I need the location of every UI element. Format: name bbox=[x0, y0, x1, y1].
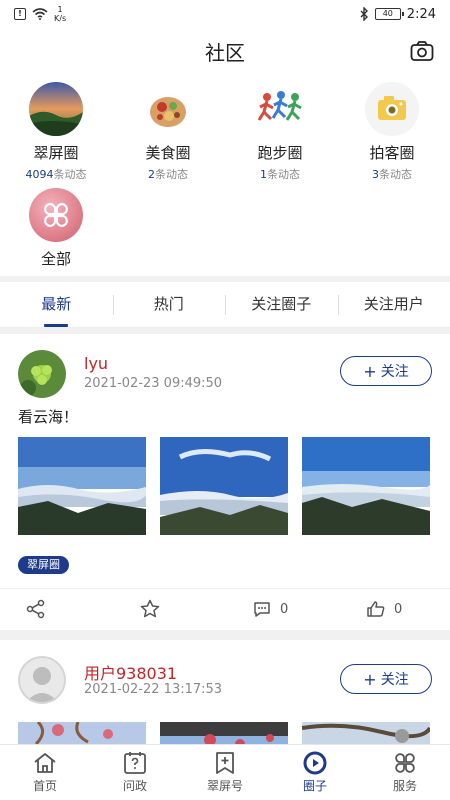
nav-inquiry[interactable]: 问政 bbox=[90, 745, 180, 800]
circles-tab-icon bbox=[303, 751, 327, 775]
section-divider bbox=[0, 630, 450, 640]
post-time: 2021-02-23 09:49:50 bbox=[84, 376, 223, 391]
like-button[interactable]: 0 bbox=[366, 599, 402, 619]
follow-button[interactable]: + 关注 bbox=[340, 664, 432, 694]
post-photo[interactable] bbox=[18, 722, 146, 744]
bookmark-plus-icon bbox=[216, 752, 234, 774]
nav-label: 翠屏号 bbox=[206, 779, 243, 793]
share-button[interactable] bbox=[26, 599, 46, 619]
tab-followed-circles[interactable]: 关注圈子 bbox=[225, 282, 338, 327]
bluetooth-icon bbox=[360, 7, 368, 21]
post-card: lyu 2021-02-23 09:49:50 + 关注 看云海！ 翠屏圈 0 0 bbox=[0, 334, 450, 630]
cuiping-circle-icon bbox=[29, 82, 83, 136]
circle-cuiping[interactable]: 翠屏圈 4094条动态 bbox=[0, 82, 112, 182]
tab-followed-users[interactable]: 关注用户 bbox=[337, 282, 450, 327]
thumbs-up-icon bbox=[367, 601, 385, 617]
circle-count: 2条动态 bbox=[148, 168, 188, 181]
nav-circles[interactable]: 圈子 bbox=[270, 745, 360, 800]
circle-count: 1条动态 bbox=[260, 168, 300, 181]
comment-count: 0 bbox=[280, 601, 289, 617]
like-count: 0 bbox=[394, 601, 403, 617]
follow-button[interactable]: + 关注 bbox=[340, 356, 432, 386]
circle-count: 3条动态 bbox=[372, 168, 412, 181]
plus-icon: + bbox=[363, 669, 377, 689]
circle-photo[interactable]: 拍客圈 3条动态 bbox=[336, 82, 448, 182]
nav-label: 服务 bbox=[392, 779, 417, 793]
photo-circle-icon bbox=[365, 82, 419, 136]
post-time: 2021-02-22 13:17:53 bbox=[84, 682, 223, 697]
post-text: 看云海！ bbox=[18, 408, 79, 426]
camera-icon[interactable] bbox=[410, 40, 434, 62]
circle-name: 翠屏圈 bbox=[33, 144, 79, 162]
circle-food[interactable]: 美食圈 2条动态 bbox=[112, 82, 224, 182]
circle-running[interactable]: 跑步圈 1条动态 bbox=[224, 82, 336, 182]
nav-cuiping-account[interactable]: 翠屏号 bbox=[180, 745, 270, 800]
comment-icon bbox=[254, 602, 270, 617]
home-icon bbox=[34, 753, 56, 773]
circle-name: 全部 bbox=[40, 250, 71, 268]
post-photo[interactable] bbox=[302, 437, 430, 535]
avatar[interactable] bbox=[18, 656, 66, 704]
post-photo[interactable] bbox=[160, 437, 288, 535]
circle-tag[interactable]: 翠屏圈 bbox=[18, 556, 69, 574]
network-speed: 1 K/s bbox=[54, 5, 67, 23]
nav-label: 首页 bbox=[32, 779, 57, 793]
plus-icon: + bbox=[363, 361, 377, 381]
food-circle-icon bbox=[141, 82, 195, 136]
post-photo[interactable] bbox=[160, 722, 288, 744]
feed-tabs: 最新 热门 关注圈子 关注用户 bbox=[0, 282, 450, 328]
running-circle-icon bbox=[253, 82, 307, 136]
nav-services[interactable]: 服务 bbox=[360, 745, 450, 800]
notification-icon: ! bbox=[14, 8, 26, 20]
all-circles-icon bbox=[29, 188, 83, 242]
circle-all[interactable]: 全部 bbox=[0, 188, 112, 269]
status-bar: ! 1 K/s 40 2:24 bbox=[0, 0, 450, 28]
nav-home[interactable]: 首页 bbox=[0, 745, 90, 800]
services-icon bbox=[395, 753, 415, 773]
user-name[interactable]: 用户938031 bbox=[84, 660, 177, 684]
post-card: 用户938031 2021-02-22 13:17:53 + 关注 bbox=[0, 640, 450, 744]
circle-count: 4094条动态 bbox=[25, 168, 87, 181]
page-header: 社区 bbox=[0, 28, 450, 74]
circle-name: 跑步圈 bbox=[257, 144, 303, 162]
favorite-button[interactable] bbox=[140, 599, 160, 619]
circle-name: 拍客圈 bbox=[369, 144, 415, 162]
wifi-icon bbox=[32, 8, 48, 20]
question-calendar-icon bbox=[124, 752, 146, 774]
nav-label: 圈子 bbox=[302, 779, 327, 793]
comment-button[interactable]: 0 bbox=[252, 599, 288, 619]
share-icon bbox=[26, 599, 45, 619]
user-name[interactable]: lyu bbox=[84, 354, 108, 373]
post-actions: 0 0 bbox=[0, 588, 450, 628]
circle-name: 美食圈 bbox=[145, 144, 191, 162]
star-icon bbox=[140, 599, 160, 618]
avatar[interactable] bbox=[18, 350, 66, 398]
post-photo[interactable] bbox=[18, 437, 146, 535]
nav-label: 问政 bbox=[122, 779, 147, 793]
clock: 2:24 bbox=[406, 6, 436, 22]
post-photo[interactable] bbox=[302, 722, 430, 744]
tab-latest[interactable]: 最新 bbox=[0, 282, 113, 327]
tab-hot[interactable]: 热门 bbox=[112, 282, 226, 327]
bottom-nav: 首页 问政 翠屏号 圈子 服务 bbox=[0, 744, 450, 800]
battery-icon: 40 bbox=[374, 8, 404, 20]
page-title: 社区 bbox=[205, 40, 245, 65]
